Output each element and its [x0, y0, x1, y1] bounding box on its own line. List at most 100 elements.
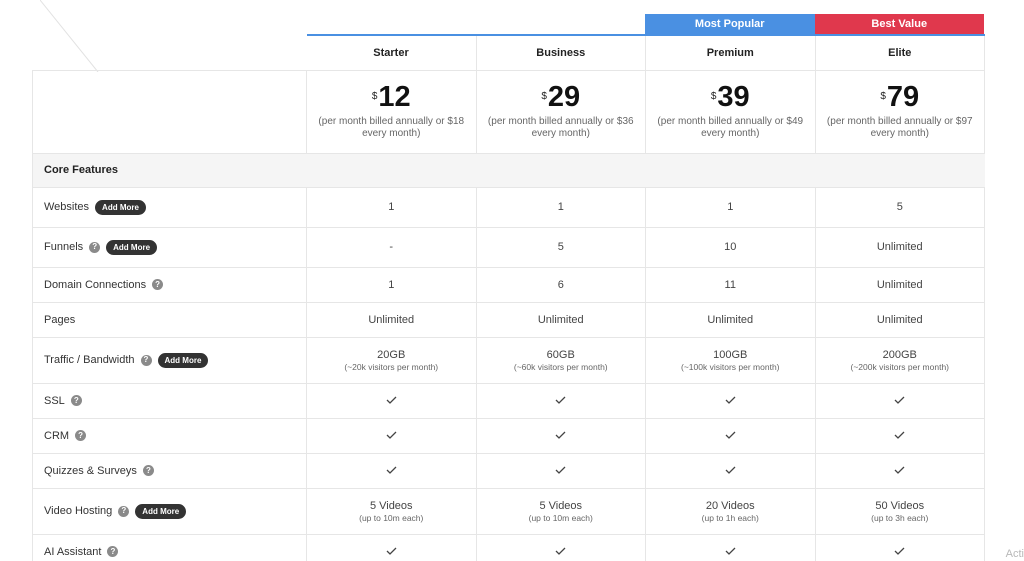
feature-check-cell [645, 453, 816, 489]
help-circle-icon[interactable]: ? [118, 505, 130, 517]
feature-subvalue: (up to 10m each) [359, 512, 424, 523]
price-amount: 29 [547, 80, 581, 113]
check-icon [725, 396, 736, 404]
price-cell-premium: $39 (per month billed annually or $49 eve… [645, 70, 816, 154]
feature-value: Unlimited [815, 227, 985, 268]
check-icon [555, 431, 566, 439]
section-title-core-features: Core Features [32, 153, 985, 188]
currency-symbol: $ [541, 90, 547, 102]
feature-check-cell [815, 453, 985, 489]
table-row-crm: CRM? [32, 418, 985, 454]
feature-check-cell [306, 383, 477, 419]
table-row-video-hosting: Video Hosting? Add More 5 Videos (up to 10… [32, 488, 985, 535]
feature-label: CRM [44, 429, 70, 442]
feature-subvalue: (~100k visitors per month) [681, 361, 780, 372]
feature-check-cell [815, 534, 985, 561]
add-more-websites-button[interactable]: Add More [95, 199, 146, 215]
feature-value-cell: 5 Videos (up to 10m each) [476, 488, 646, 535]
help-circle-icon[interactable]: ? [70, 395, 82, 406]
feature-value: Unlimited [645, 302, 816, 338]
feature-value-cell: 20GB (~20k visitors per month) [306, 337, 477, 384]
feature-subvalue: (~200k visitors per month) [850, 361, 950, 372]
feature-value: 100GB [713, 348, 748, 361]
feature-subvalue: (~20k visitors per month) [344, 361, 439, 372]
price-empty-cell [32, 70, 307, 154]
currency-symbol: $ [371, 90, 378, 102]
check-icon [725, 466, 736, 474]
add-more-traffic-button[interactable]: Add More [157, 352, 209, 368]
check-icon [555, 547, 566, 555]
feature-value: 50 Videos [875, 499, 925, 512]
check-icon [386, 466, 397, 474]
feature-label: Video Hosting [44, 505, 113, 517]
price-cell-elite: $79 (per month billed annually or $97 eve… [815, 70, 985, 154]
plan-name-business: Business [476, 34, 646, 71]
feature-label: Traffic / Bandwidth [44, 354, 135, 366]
feature-name-cell: SSL? [32, 383, 307, 419]
help-circle-icon[interactable]: ? [75, 430, 87, 441]
feature-check-cell [476, 418, 646, 454]
feature-value: 6 [476, 267, 646, 303]
table-row-pages: Pages Unlimited Unlimited Unlimited Unli… [32, 302, 985, 338]
add-more-video-button[interactable]: Add More [135, 503, 187, 519]
feature-value-cell: 5 Videos (up to 10m each) [306, 488, 477, 535]
watermark-text: Acti [1005, 548, 1024, 560]
feature-value-cell: 20 Videos (up to 1h each) [645, 488, 816, 535]
price-cell-business: $29 (per month billed annually or $36 eve… [476, 70, 646, 154]
check-icon [386, 396, 397, 404]
check-icon [386, 547, 397, 555]
help-circle-icon[interactable]: ? [152, 279, 164, 290]
feature-check-cell [476, 383, 646, 419]
feature-value-cell: 100GB (~100k visitors per month) [645, 337, 816, 384]
help-circle-icon[interactable]: ? [89, 241, 101, 253]
feature-label: Domain Connections [44, 278, 147, 291]
most-popular-ribbon: Most Popular [645, 14, 815, 34]
check-icon [725, 431, 736, 439]
feature-value: 1 [476, 187, 646, 228]
feature-name-cell: Quizzes & Surveys? [32, 453, 307, 489]
feature-value-cell: 60GB (~60k visitors per month) [476, 337, 646, 384]
price-note: (per month billed annually or $97 every … [826, 115, 973, 139]
price-note: (per month billed annually or $18 every … [318, 115, 465, 139]
feature-value: 5 Videos [539, 499, 583, 512]
feature-value: Unlimited [815, 267, 985, 303]
feature-label: Quizzes & Surveys [44, 464, 137, 477]
help-circle-icon[interactable]: ? [142, 465, 154, 476]
feature-value: Unlimited [476, 302, 646, 338]
feature-value: Unlimited [815, 302, 985, 338]
feature-value: 1 [306, 267, 477, 303]
feature-value-cell: 50 Videos (up to 3h each) [815, 488, 985, 535]
table-row-websites: Websites Add More 1 1 1 5 [32, 187, 985, 228]
feature-subvalue: (up to 10m each) [528, 512, 593, 523]
add-more-funnels-button[interactable]: Add More [106, 239, 158, 255]
help-circle-icon[interactable]: ? [140, 354, 152, 366]
feature-check-cell [815, 383, 985, 419]
check-icon [555, 396, 566, 404]
feature-value: 11 [645, 267, 816, 303]
check-icon [555, 466, 566, 474]
feature-name-cell: Websites Add More [32, 187, 307, 228]
feature-check-cell [815, 418, 985, 454]
feature-name-cell: CRM? [32, 418, 307, 454]
check-icon [894, 547, 905, 555]
feature-name-cell: Video Hosting? Add More [32, 488, 307, 535]
table-row-funnels: Funnels? Add More - 5 10 Unlimited [32, 227, 985, 268]
price-amount: 39 [717, 80, 750, 113]
plan-ribbons: Most Popular Best Value [306, 14, 984, 34]
feature-value: 1 [645, 187, 816, 228]
feature-value: 5 [815, 187, 985, 228]
feature-value: 200GB [882, 348, 917, 361]
feature-value-cell: 200GB (~200k visitors per month) [815, 337, 985, 384]
table-row-domain-connections: Domain Connections? 1 6 11 Unlimited [32, 267, 985, 303]
feature-value: 10 [645, 227, 816, 268]
plan-name-elite: Elite [815, 34, 985, 71]
feature-value: - [306, 227, 477, 268]
feature-label: AI Assistant [44, 545, 102, 558]
feature-value: 5 Videos [369, 499, 413, 512]
check-icon [894, 396, 905, 404]
header-empty-cell [32, 35, 307, 71]
check-icon [894, 466, 905, 474]
feature-subvalue: (up to 1h each) [701, 512, 759, 523]
currency-symbol: $ [710, 90, 717, 102]
help-circle-icon[interactable]: ? [107, 546, 119, 557]
